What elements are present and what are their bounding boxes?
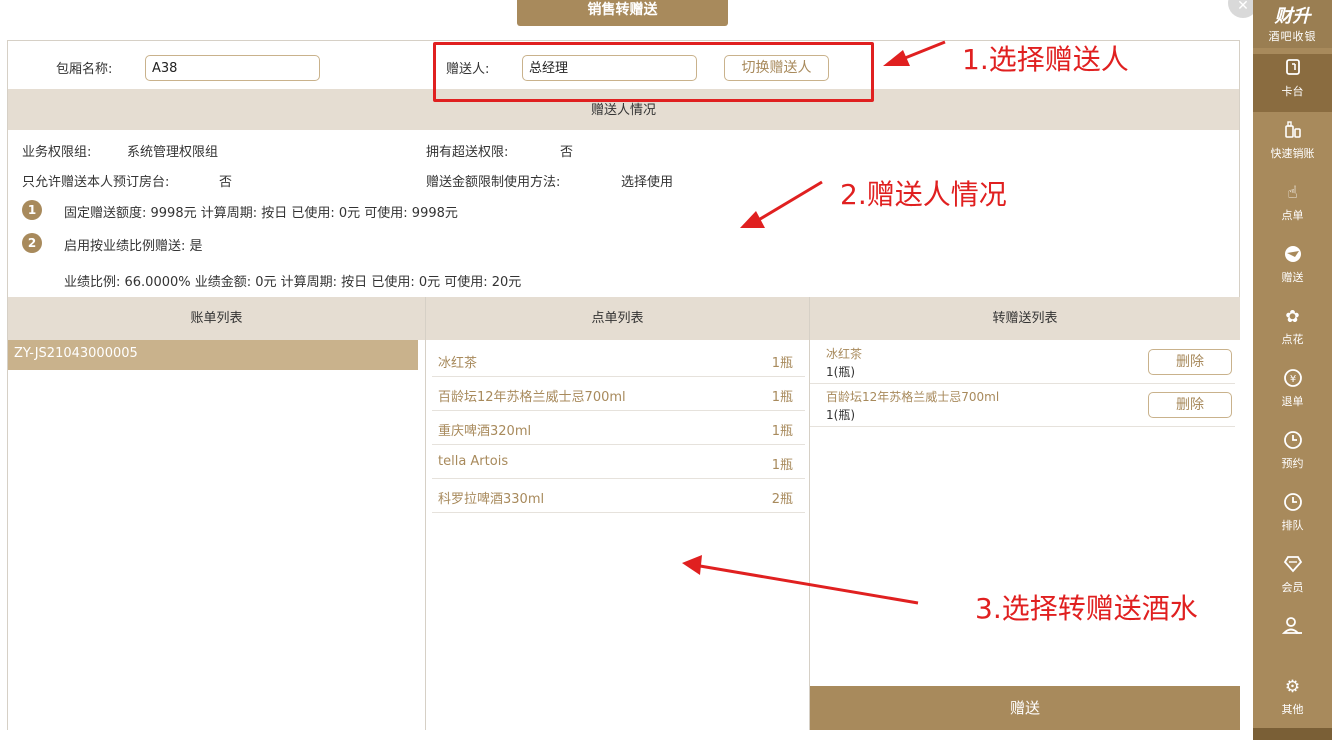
performance-ratio-text: 启用按业绩比例赠送: 是: [64, 239, 203, 254]
order-row[interactable]: 冰红茶 1瓶: [432, 343, 805, 377]
annotation-step-3: 3.选择转赠送酒水: [975, 592, 1198, 625]
annotation-step-1: 1.选择赠送人: [962, 43, 1129, 76]
order-list-header: 点单列表: [426, 297, 809, 340]
order-item-name: 重庆啤酒320ml: [438, 424, 532, 439]
sidebar-item-table[interactable]: 卡台: [1253, 54, 1332, 112]
performance-detail-text: 业绩比例: 66.0000% 业绩金额: 0元 计算周期: 按日 已使用: 0元…: [64, 275, 522, 290]
sidebar-item-label: 快速销账: [1270, 147, 1315, 160]
sidebar-item-label: 卡台: [1281, 85, 1304, 98]
sidebar-item-users[interactable]: [1253, 612, 1332, 670]
rule-number-badge: 2: [22, 233, 42, 253]
sidebar-item-label: 排队: [1281, 519, 1304, 532]
room-label: 包厢名称:: [56, 62, 113, 77]
gift-list-header: 转赠送列表: [810, 297, 1240, 340]
order-item-qty: 1瓶: [771, 424, 793, 439]
sidebar-item-member[interactable]: 会员: [1253, 550, 1332, 608]
sidebar-item-quick-bill[interactable]: 快速销账: [1253, 116, 1332, 174]
sidebar-item-flower[interactable]: ✿ 点花: [1253, 302, 1332, 360]
dialog-title: 销售转赠送: [517, 0, 728, 26]
sidebar-item-label: 预约: [1281, 457, 1304, 470]
sidebar-item-order[interactable]: ☝ 点单: [1253, 178, 1332, 236]
clock-icon: [1282, 430, 1304, 452]
give-button[interactable]: 赠送: [810, 686, 1240, 730]
users-icon: [1281, 616, 1304, 638]
order-list: 冰红茶 1瓶 百龄坛12年苏格兰威士忌700ml 1瓶 重庆啤酒320ml 1瓶…: [426, 340, 809, 730]
sidebar-item-label: 退单: [1281, 395, 1304, 408]
order-item-qty: 2瓶: [771, 492, 793, 507]
sidebar-item-label: 其他: [1281, 703, 1304, 716]
business-group-label: 业务权限组:: [22, 145, 92, 160]
sidebar-item-label: 点单: [1281, 209, 1304, 222]
delete-button[interactable]: 删除: [1148, 349, 1232, 375]
diamond-icon: [1282, 554, 1304, 576]
bill-list: ZY-JS21043000005: [8, 340, 425, 730]
gift-item-qty: 1(瓶): [826, 408, 855, 422]
limit-method-value: 选择使用: [621, 175, 674, 190]
order-row[interactable]: 重庆啤酒320ml 1瓶: [432, 411, 805, 445]
bill-row-selected[interactable]: ZY-JS21043000005: [8, 340, 418, 370]
order-hand-icon: ☝: [1287, 183, 1298, 203]
annotation-step-2: 2.赠送人情况: [840, 178, 1007, 211]
table-card-icon: [1282, 58, 1304, 80]
flower-icon: ✿: [1285, 307, 1300, 327]
gift-row: 百龄坛12年苏格兰威士忌700ml 1(瓶) 删除: [810, 384, 1235, 427]
quick-bill-icon: [1282, 120, 1304, 142]
gift-row: 冰红茶 1(瓶) 删除: [810, 341, 1235, 384]
order-row[interactable]: 科罗拉啤酒330ml 2瓶: [432, 479, 805, 513]
right-sidebar: 财升 酒吧收银 卡台 快速销账 ☝ 点单 赠送 ✿ 点花 ¥ 退单 预约 排队 …: [1253, 0, 1332, 740]
annotation-highlight-box: [433, 42, 874, 102]
fixed-gift-quota-text: 固定赠送额度: 9998元 计算周期: 按日 已使用: 0元 可使用: 9998…: [64, 206, 458, 221]
super-gift-label: 拥有超送权限:: [426, 145, 509, 160]
svg-text:¥: ¥: [1289, 374, 1295, 385]
sidebar-item-booking[interactable]: 预约: [1253, 426, 1332, 484]
sidebar-bottom-bar: [1253, 728, 1332, 740]
business-group-value: 系统管理权限组: [127, 145, 219, 160]
room-name-input[interactable]: A38: [145, 55, 320, 81]
gift-item-name: 百龄坛12年苏格兰威士忌700ml: [826, 390, 1000, 404]
gift-icon: [1282, 244, 1304, 266]
sidebar-item-refund[interactable]: ¥ 退单: [1253, 364, 1332, 422]
sidebar-item-label: 赠送: [1281, 271, 1304, 284]
brand-name: 财升: [1274, 6, 1311, 27]
bill-list-header: 账单列表: [8, 297, 425, 340]
self-booking-label: 只允许赠送本人预订房台:: [22, 175, 170, 190]
order-item-qty: 1瓶: [771, 458, 793, 473]
order-item-name: 科罗拉啤酒330ml: [438, 492, 545, 507]
super-gift-value: 否: [560, 145, 574, 160]
self-booking-value: 否: [219, 175, 233, 190]
sidebar-item-queue[interactable]: 排队: [1253, 488, 1332, 546]
order-item-name: tella Artois: [438, 454, 509, 469]
sidebar-item-gift[interactable]: 赠送: [1253, 240, 1332, 298]
rule-number-badge: 1: [22, 200, 42, 220]
order-item-qty: 1瓶: [771, 390, 793, 405]
sidebar-item-other[interactable]: ⚙ 其他: [1253, 672, 1332, 730]
order-item-name: 冰红茶: [438, 356, 478, 371]
gift-item-name: 冰红茶: [826, 347, 863, 361]
refund-icon: ¥: [1282, 368, 1304, 390]
brand-logo: 财升 酒吧收银: [1253, 0, 1332, 48]
delete-button[interactable]: 删除: [1148, 392, 1232, 418]
order-item-name: 百龄坛12年苏格兰威士忌700ml: [438, 390, 626, 405]
order-row[interactable]: tella Artois 1瓶: [432, 445, 805, 479]
order-row[interactable]: 百龄坛12年苏格兰威士忌700ml 1瓶: [432, 377, 805, 411]
brand-subtitle: 酒吧收银: [1268, 30, 1317, 43]
gift-list: 冰红茶 1(瓶) 删除 百龄坛12年苏格兰威士忌700ml 1(瓶) 删除: [810, 340, 1240, 730]
queue-clock-icon: [1282, 492, 1304, 514]
settings-icon: ⚙: [1284, 677, 1301, 697]
sidebar-item-label: 会员: [1281, 581, 1304, 594]
gift-item-qty: 1(瓶): [826, 365, 855, 379]
sidebar-item-label: 点花: [1281, 333, 1304, 346]
limit-method-label: 赠送金额限制使用方法:: [426, 175, 561, 190]
order-item-qty: 1瓶: [771, 356, 793, 371]
